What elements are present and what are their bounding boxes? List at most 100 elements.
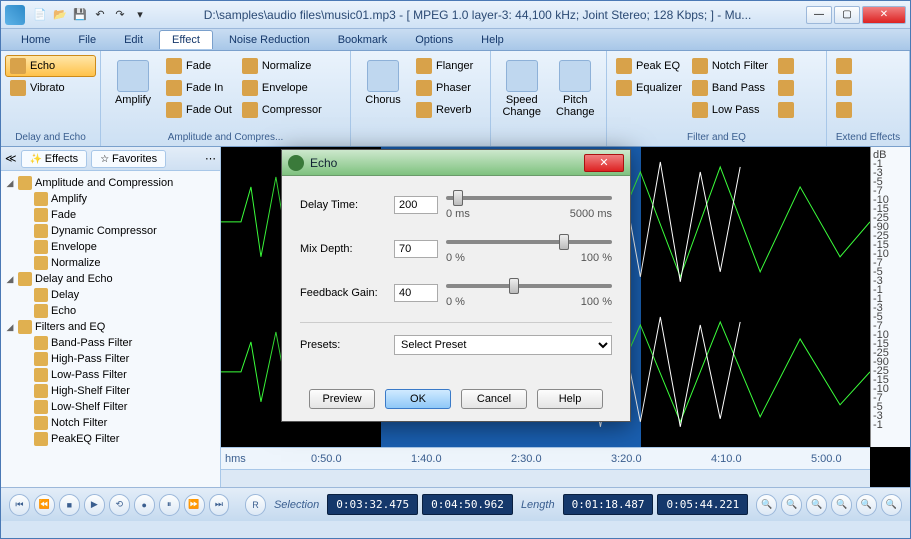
presets-select[interactable]: Select Preset: [394, 335, 612, 355]
zoom-reset-button[interactable]: 🔍: [881, 494, 902, 516]
fadein-button[interactable]: Fade In: [161, 77, 237, 99]
envelope-button[interactable]: Envelope: [237, 77, 327, 99]
extend1[interactable]: [831, 55, 857, 77]
help-button[interactable]: Help: [537, 389, 603, 409]
zoom-sel-button[interactable]: 🔍: [806, 494, 827, 516]
fadeout-button[interactable]: Fade Out: [161, 99, 237, 121]
minimize-button[interactable]: —: [806, 6, 832, 24]
tree-node[interactable]: Band-Pass Filter: [3, 335, 218, 351]
filter-extra2[interactable]: [773, 77, 799, 99]
qat-redo-icon[interactable]: ↷: [111, 6, 129, 24]
tree-node[interactable]: ◢Amplitude and Compression: [3, 175, 218, 191]
maximize-button[interactable]: ▢: [834, 6, 860, 24]
feedback-gain-input[interactable]: [394, 284, 438, 302]
dialog-titlebar[interactable]: Echo ✕: [282, 150, 630, 176]
reverb-button[interactable]: Reverb: [411, 99, 478, 121]
preview-button[interactable]: Preview: [309, 389, 375, 409]
amplify-button[interactable]: Amplify: [105, 55, 161, 111]
qat-dropdown-icon[interactable]: ▾: [131, 6, 149, 24]
tree-node[interactable]: Delay: [3, 287, 218, 303]
speed-change-button[interactable]: Speed Change: [495, 55, 549, 123]
feedback-gain-slider[interactable]: [446, 278, 612, 294]
sidebar-menu-icon[interactable]: ⋯: [205, 152, 216, 165]
forward-button[interactable]: ⏩: [184, 494, 205, 516]
chorus-button[interactable]: Chorus: [355, 55, 411, 111]
tree-node[interactable]: ◢Filters and EQ: [3, 319, 218, 335]
tree-node[interactable]: Low-Pass Filter: [3, 367, 218, 383]
tree-node[interactable]: Envelope: [3, 239, 218, 255]
flanger-button[interactable]: Flanger: [411, 55, 478, 77]
delay-time-slider[interactable]: [446, 190, 612, 206]
tree-node[interactable]: Fade: [3, 207, 218, 223]
tree-node[interactable]: ◢Delay and Echo: [3, 271, 218, 287]
selection-end[interactable]: 0:04:50.962: [422, 494, 513, 515]
total-value[interactable]: 0:05:44.221: [657, 494, 748, 515]
repeat-button[interactable]: R: [245, 494, 266, 516]
notch-button[interactable]: Notch Filter: [687, 55, 773, 77]
bandpass-button[interactable]: Band Pass: [687, 77, 773, 99]
tree-node[interactable]: Amplify: [3, 191, 218, 207]
goto-start-button[interactable]: ⏮: [9, 494, 30, 516]
tree-node[interactable]: High-Shelf Filter: [3, 383, 218, 399]
tree-node[interactable]: Normalize: [3, 255, 218, 271]
close-button[interactable]: ✕: [862, 6, 906, 24]
horizontal-scrollbar[interactable]: [221, 469, 870, 487]
menu-file[interactable]: File: [66, 31, 108, 49]
tree-node[interactable]: High-Pass Filter: [3, 351, 218, 367]
qat-open-icon[interactable]: 📂: [51, 6, 69, 24]
compressor-button[interactable]: Compressor: [237, 99, 327, 121]
timeline[interactable]: hms 0:50.0 1:40.0 2:30.0 3:20.0 4:10.0 5…: [221, 447, 870, 469]
zoom-fit-button[interactable]: 🔍: [831, 494, 852, 516]
equalizer-button[interactable]: Equalizer: [611, 77, 687, 99]
length-value[interactable]: 0:01:18.487: [563, 494, 654, 515]
extend3[interactable]: [831, 99, 857, 121]
menu-help[interactable]: Help: [469, 31, 516, 49]
echo-button[interactable]: Echo: [5, 55, 96, 77]
menu-options[interactable]: Options: [403, 31, 465, 49]
record-button[interactable]: ●: [134, 494, 155, 516]
stop-button[interactable]: ■: [59, 494, 80, 516]
zoom-v-button[interactable]: 🔍: [856, 494, 877, 516]
selection-start[interactable]: 0:03:32.475: [327, 494, 418, 515]
lowpass-button[interactable]: Low Pass: [687, 99, 773, 121]
cancel-button[interactable]: Cancel: [461, 389, 527, 409]
qat-new-icon[interactable]: 📄: [31, 6, 49, 24]
qat-undo-icon[interactable]: ↶: [91, 6, 109, 24]
tab-effects[interactable]: ✨ Effects: [21, 150, 88, 168]
menu-noise-reduction[interactable]: Noise Reduction: [217, 31, 322, 49]
zoom-in-button[interactable]: 🔍: [756, 494, 777, 516]
tree-node[interactable]: Notch Filter: [3, 415, 218, 431]
tab-favorites[interactable]: ☆ Favorites: [91, 150, 166, 168]
play-button[interactable]: ▶: [84, 494, 105, 516]
menu-home[interactable]: Home: [9, 31, 62, 49]
tree-node[interactable]: PeakEQ Filter: [3, 431, 218, 447]
mix-depth-input[interactable]: [394, 240, 438, 258]
sidebar-collapse-icon[interactable]: ≪: [5, 152, 17, 165]
effects-tree[interactable]: ◢Amplitude and CompressionAmplifyFadeDyn…: [1, 171, 220, 487]
goto-end-button[interactable]: ⏭: [209, 494, 230, 516]
menu-bookmark[interactable]: Bookmark: [326, 31, 400, 49]
menu-effect[interactable]: Effect: [159, 30, 213, 49]
filter-extra3[interactable]: [773, 99, 799, 121]
phaser-button[interactable]: Phaser: [411, 77, 478, 99]
extend2[interactable]: [831, 77, 857, 99]
zoom-out-button[interactable]: 🔍: [781, 494, 802, 516]
peakeq-button[interactable]: Peak EQ: [611, 55, 687, 77]
menu-edit[interactable]: Edit: [112, 31, 155, 49]
filter-extra1[interactable]: [773, 55, 799, 77]
dialog-close-button[interactable]: ✕: [584, 154, 624, 172]
tree-node[interactable]: Dynamic Compressor: [3, 223, 218, 239]
play-loop-button[interactable]: ⟲: [109, 494, 130, 516]
normalize-button[interactable]: Normalize: [237, 55, 327, 77]
delay-time-input[interactable]: [394, 196, 438, 214]
tree-node[interactable]: Low-Shelf Filter: [3, 399, 218, 415]
rewind-button[interactable]: ⏪: [34, 494, 55, 516]
tree-node[interactable]: Echo: [3, 303, 218, 319]
mix-depth-slider[interactable]: [446, 234, 612, 250]
pause-button[interactable]: ⏸: [159, 494, 180, 516]
qat-save-icon[interactable]: 💾: [71, 6, 89, 24]
vibrato-button[interactable]: Vibrato: [5, 77, 96, 99]
pitch-change-button[interactable]: Pitch Change: [549, 55, 603, 123]
fade-button[interactable]: Fade: [161, 55, 237, 77]
ok-button[interactable]: OK: [385, 389, 451, 409]
